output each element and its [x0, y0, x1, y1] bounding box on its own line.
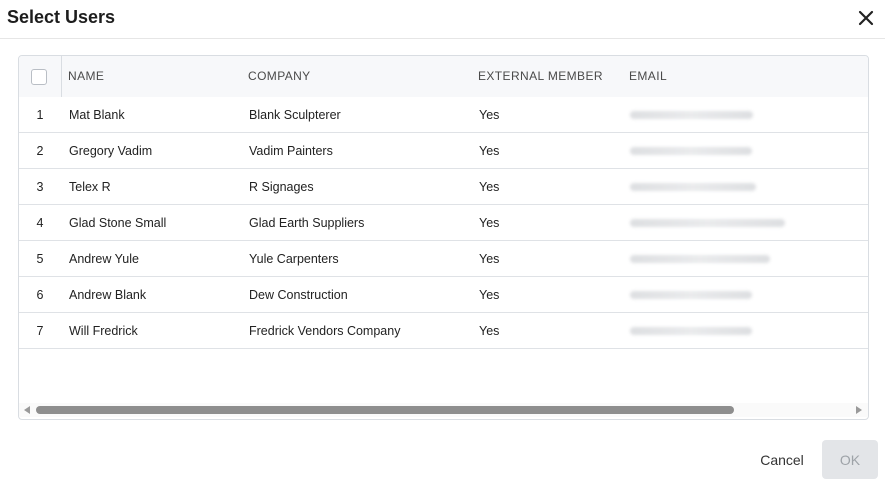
- user-company: Blank Sculpterer: [249, 108, 341, 122]
- row-number: 7: [36, 324, 44, 338]
- column-header-name[interactable]: NAME: [68, 69, 104, 83]
- user-external-member: Yes: [479, 108, 500, 122]
- user-email-redacted: [630, 147, 752, 155]
- user-company: Fredrick Vendors Company: [249, 324, 401, 338]
- users-table: NAME COMPANY EXTERNAL MEMBER EMAIL 1 Mat…: [18, 55, 869, 420]
- table-header: NAME COMPANY EXTERNAL MEMBER EMAIL: [19, 56, 868, 98]
- user-email-redacted: [630, 255, 770, 263]
- select-users-dialog: Select Users NAME COMPANY EXTERNAL MEMBE…: [0, 0, 885, 487]
- user-company: Yule Carpenters: [249, 252, 339, 266]
- row-number: 5: [36, 252, 44, 266]
- user-name: Gregory Vadim: [69, 144, 153, 158]
- table-row[interactable]: 1 Mat Blank Blank Sculpterer Yes: [19, 97, 868, 133]
- cancel-button[interactable]: Cancel: [748, 442, 816, 478]
- close-icon[interactable]: [856, 8, 876, 28]
- user-company: R Signages: [249, 180, 314, 194]
- user-external-member: Yes: [479, 180, 500, 194]
- arrow-left-icon[interactable]: [24, 406, 30, 414]
- user-external-member: Yes: [479, 144, 500, 158]
- user-email-redacted: [630, 219, 785, 227]
- user-external-member: Yes: [479, 324, 500, 338]
- select-all-checkbox[interactable]: [31, 69, 47, 85]
- table-row[interactable]: 5 Andrew Yule Yule Carpenters Yes: [19, 241, 868, 277]
- user-company: Dew Construction: [249, 288, 348, 302]
- table-row[interactable]: 4 Glad Stone Small Glad Earth Suppliers …: [19, 205, 868, 241]
- dialog-header: Select Users: [0, 0, 885, 39]
- user-email-redacted: [630, 291, 752, 299]
- user-email-redacted: [630, 327, 752, 335]
- row-number: 4: [36, 216, 44, 230]
- user-name: Andrew Yule: [69, 252, 139, 266]
- column-header-email[interactable]: EMAIL: [629, 69, 667, 83]
- dialog-title: Select Users: [7, 7, 116, 27]
- user-email-redacted: [630, 183, 756, 191]
- column-header-external-member[interactable]: EXTERNAL MEMBER: [478, 69, 603, 83]
- row-number: 3: [36, 180, 44, 194]
- user-name: Telex R: [69, 180, 111, 194]
- ok-button[interactable]: OK: [822, 440, 878, 479]
- user-name: Will Fredrick: [69, 324, 138, 338]
- table-row[interactable]: 3 Telex R R Signages Yes: [19, 169, 868, 205]
- user-external-member: Yes: [479, 252, 500, 266]
- user-external-member: Yes: [479, 288, 500, 302]
- user-name: Andrew Blank: [69, 288, 147, 302]
- arrow-right-icon[interactable]: [856, 406, 862, 414]
- row-number: 1: [36, 108, 44, 122]
- column-header-company[interactable]: COMPANY: [248, 69, 311, 83]
- table-row[interactable]: 2 Gregory Vadim Vadim Painters Yes: [19, 133, 868, 169]
- horizontal-scrollbar[interactable]: [19, 403, 868, 417]
- table-row[interactable]: 7 Will Fredrick Fredrick Vendors Company…: [19, 313, 868, 349]
- user-external-member: Yes: [479, 216, 500, 230]
- row-number: 6: [36, 288, 44, 302]
- user-name: Mat Blank: [69, 108, 125, 122]
- row-number: 2: [36, 144, 44, 158]
- user-name: Glad Stone Small: [69, 216, 167, 230]
- user-email-redacted: [630, 111, 753, 119]
- user-company: Glad Earth Suppliers: [249, 216, 365, 230]
- user-company: Vadim Painters: [249, 144, 333, 158]
- table-row[interactable]: 6 Andrew Blank Dew Construction Yes: [19, 277, 868, 313]
- scrollbar-thumb[interactable]: [36, 406, 734, 414]
